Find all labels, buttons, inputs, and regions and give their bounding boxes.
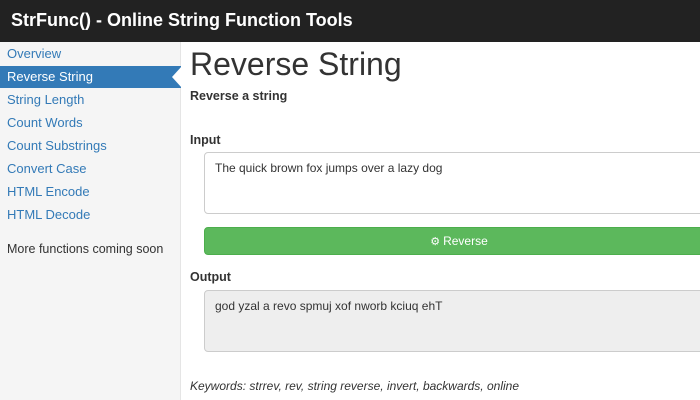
sidebar-item-reverse-string[interactable]: Reverse String — [0, 66, 182, 88]
main-content: Reverse String Reverse a string Input Th… — [190, 42, 700, 400]
app-title[interactable]: StrFunc() - Online String Function Tools — [11, 10, 353, 31]
sidebar-item-html-decode[interactable]: HTML Decode — [0, 204, 181, 226]
sidebar-item-label: Reverse String — [7, 69, 93, 84]
active-indicator-arrow — [172, 66, 182, 88]
sidebar-item-convert-case[interactable]: Convert Case — [0, 158, 181, 180]
page-subtitle: Reverse a string — [190, 89, 288, 103]
sidebar-item-overview[interactable]: Overview — [0, 43, 181, 65]
sidebar-item-count-substrings[interactable]: Count Substrings — [0, 135, 181, 157]
sidebar-note: More functions coming soon — [7, 242, 164, 256]
output-label: Output — [190, 270, 231, 284]
input-label: Input — [190, 133, 221, 147]
page-title: Reverse String — [190, 46, 402, 82]
reverse-button[interactable]: ⚙ Reverse — [204, 227, 700, 255]
sidebar: Overview Reverse String String Length Co… — [0, 42, 182, 400]
input-textarea[interactable]: The quick brown fox jumps over a lazy do… — [204, 152, 700, 214]
output-textarea[interactable]: god yzal a revo spmuj xof nworb kciuq eh… — [204, 290, 700, 352]
top-navbar: StrFunc() - Online String Function Tools — [0, 0, 700, 42]
sidebar-item-html-encode[interactable]: HTML Encode — [0, 181, 181, 203]
reverse-button-label: Reverse — [443, 234, 488, 248]
gears-icon: ⚙ — [430, 236, 441, 248]
keywords-text: Keywords: strrev, rev, string reverse, i… — [190, 379, 520, 393]
sidebar-item-count-words[interactable]: Count Words — [0, 112, 181, 134]
sidebar-item-string-length[interactable]: String Length — [0, 89, 181, 111]
